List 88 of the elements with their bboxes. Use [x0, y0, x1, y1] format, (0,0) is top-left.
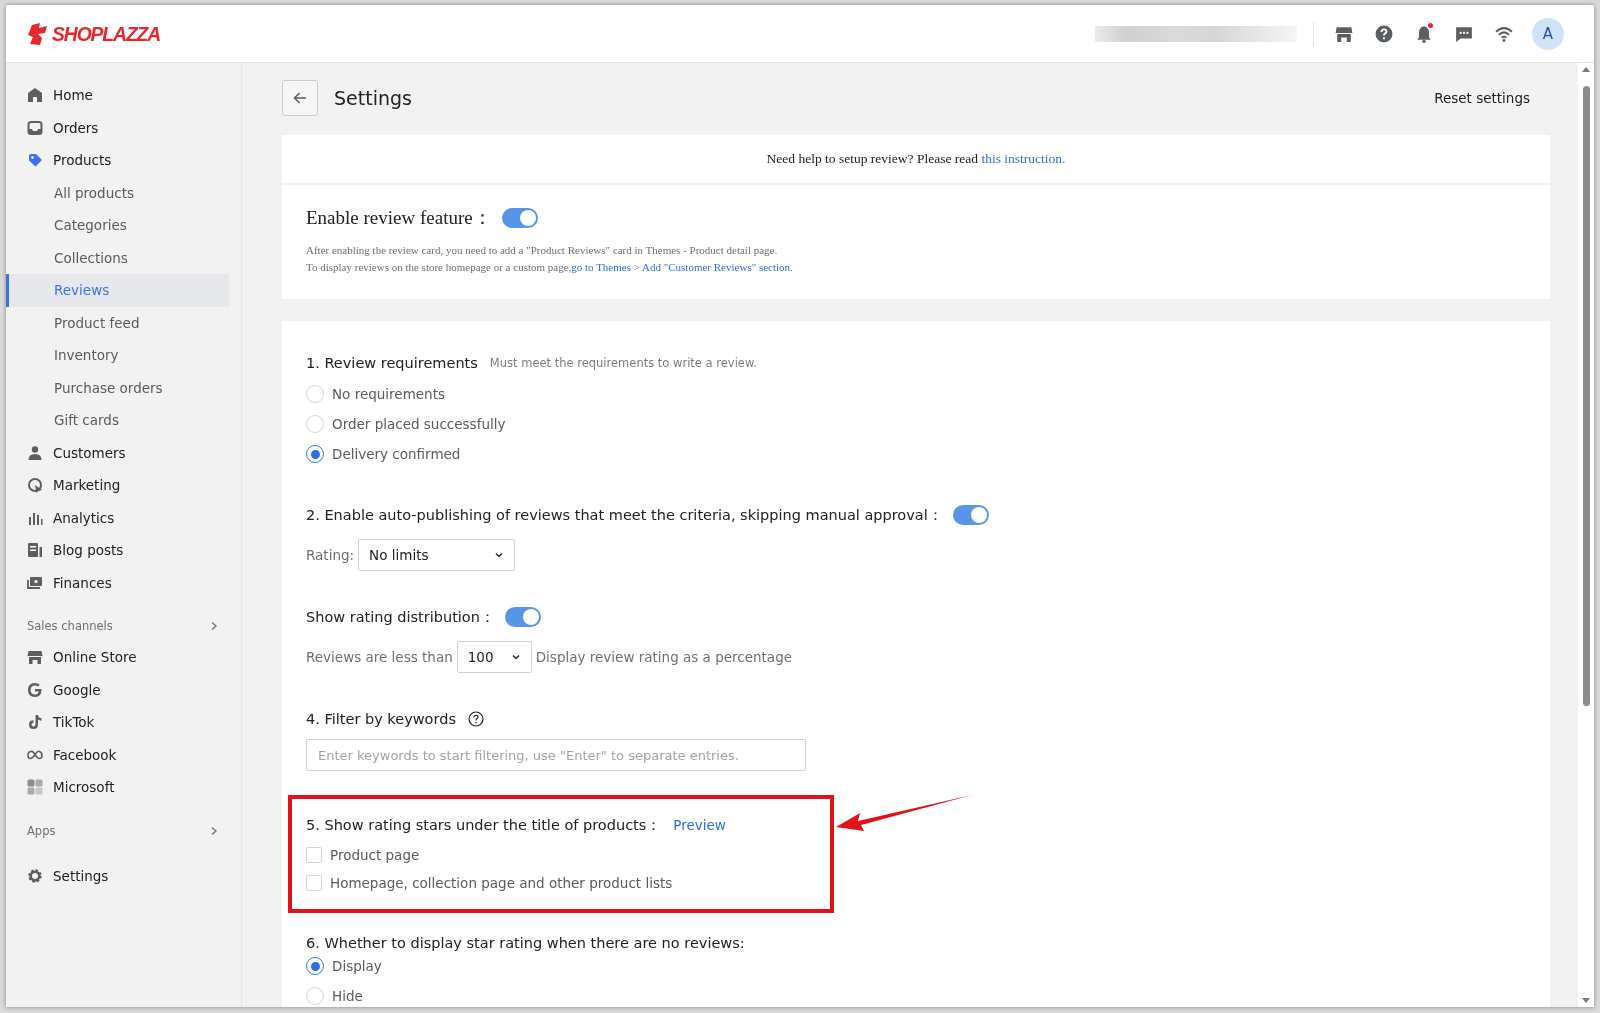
cash-icon	[27, 574, 43, 591]
target-icon	[27, 477, 43, 494]
nav-item[interactable]: Home	[6, 79, 229, 112]
nav-item[interactable]: Products	[6, 144, 229, 177]
section-title: 2. Enable auto-publishing of reviews that meet the criteria, skipping manual approval：	[306, 505, 943, 525]
nav-item[interactable]: Customers	[6, 436, 229, 469]
logo-mark-icon	[26, 21, 50, 46]
radio-button[interactable]	[306, 957, 324, 975]
caret-down-icon	[510, 652, 521, 662]
nav-item[interactable]: Online Store	[6, 641, 229, 674]
toggle-switch[interactable]	[501, 208, 538, 228]
nav-item[interactable]: Settings	[6, 859, 229, 892]
nav-item[interactable]: Purchase orders	[6, 371, 229, 404]
settings-icon	[27, 867, 43, 884]
toggle-switch[interactable]	[952, 505, 989, 525]
option-label: Display	[332, 958, 382, 974]
nav-item[interactable]: Collections	[6, 241, 229, 274]
nav-item[interactable]: Finances	[6, 566, 229, 599]
reset-settings-button[interactable]: Reset settings	[1428, 89, 1536, 107]
preview-link[interactable]: Preview	[673, 817, 726, 833]
nav-item[interactable]: Analytics	[6, 501, 229, 534]
field-label: Rating:	[306, 547, 355, 563]
checkbox[interactable]	[306, 875, 322, 891]
nav-item[interactable]: Google	[6, 673, 229, 706]
nav-item[interactable]: Product feed	[6, 306, 229, 339]
store-icon	[27, 649, 43, 666]
section-title: Show rating distribution：	[306, 607, 495, 627]
wifi-icon	[1495, 24, 1513, 43]
scrollbar[interactable]	[1578, 63, 1594, 1007]
option-label: Delivery confirmed	[332, 446, 461, 462]
avatar[interactable]: A	[1532, 17, 1564, 50]
inbox-icon	[27, 119, 43, 136]
tiktok-icon	[27, 714, 43, 731]
nav-item[interactable]: All products	[6, 176, 229, 209]
field-label: Display review rating as a percentage	[535, 649, 792, 665]
setting-label: Enable review feature：	[306, 206, 492, 230]
page-title: Settings	[334, 87, 413, 109]
tag-icon	[27, 152, 43, 169]
chevron-right-icon	[209, 621, 219, 631]
nav-item[interactable]: Blog posts	[6, 534, 229, 567]
hint-text: Must meet the requirements to write a review.	[489, 356, 757, 370]
note-text: After enabling the review card, you need to add a "Product Reviews" card in Themes - Product detail page.	[306, 243, 779, 258]
caret-down-icon	[494, 550, 505, 560]
dropdown[interactable]: No limits	[358, 539, 516, 571]
themes-link[interactable]: go to Themes > Add "Customer Reviews" section.	[571, 261, 793, 273]
person-icon	[27, 444, 43, 461]
back-button[interactable]	[282, 80, 318, 116]
section-title: 5. Show rating stars under the title of products：	[306, 815, 662, 835]
shoplazza-logo[interactable]: SHOPLAZZA	[26, 21, 170, 46]
chat-icon	[1455, 24, 1473, 43]
section-title: 6. Whether to display star rating when there are no reviews:	[306, 935, 746, 951]
radio-button[interactable]	[306, 445, 324, 463]
option-label: Product page	[330, 847, 420, 863]
toggle-switch[interactable]	[504, 607, 541, 627]
nav-item[interactable]: Marketing	[6, 469, 229, 502]
section-title: 1. Review requirements	[306, 355, 478, 371]
field-label: Reviews are less than	[306, 649, 453, 665]
nav-item[interactable]: Microsoft	[6, 771, 229, 804]
nav-item[interactable]: TikTok	[6, 706, 229, 739]
section-title: 4. Filter by keywords	[306, 711, 456, 727]
option-label: No requirements	[332, 386, 445, 402]
instruction-link[interactable]: this instruction.	[981, 151, 1066, 166]
nav-item[interactable]: Reviews	[6, 274, 229, 307]
help-text: Need help to setup review? Please read this instruction.	[766, 151, 1066, 167]
nav-item[interactable]: Orders	[6, 111, 229, 144]
note-text: To display reviews on the store homepage or a custom page,go to Themes > Add "Customer Reviews" section.	[306, 260, 794, 275]
checkbox[interactable]	[306, 847, 322, 863]
home-icon	[27, 87, 43, 104]
option-label: Order placed successfully	[332, 416, 506, 432]
help-icon	[1375, 24, 1393, 43]
nav-item[interactable]: Facebook	[6, 738, 229, 771]
nav-item[interactable]: Inventory	[6, 339, 229, 372]
keyword-input-field[interactable]: Enter keywords to start filtering, use "Enter" to separate entries.	[306, 739, 806, 771]
nav-item[interactable]: Categories	[6, 209, 229, 242]
nav-item[interactable]: Gift cards	[6, 404, 229, 437]
back-arrow-icon	[292, 90, 308, 106]
store-icon	[1335, 24, 1353, 43]
windows-icon	[27, 779, 43, 796]
chevron-right-icon	[209, 825, 219, 836]
option-label: Homepage, collection page and other product lists	[330, 875, 673, 891]
section-toggle[interactable]: Apps	[6, 815, 229, 846]
option-label: Hide	[332, 988, 363, 1004]
section-toggle[interactable]: Sales channels	[6, 611, 229, 641]
document-icon	[27, 542, 43, 559]
google-icon	[27, 681, 43, 698]
notification-bell-icon	[1415, 24, 1433, 43]
dropdown[interactable]: 100	[456, 641, 532, 673]
help-icon	[467, 711, 484, 727]
